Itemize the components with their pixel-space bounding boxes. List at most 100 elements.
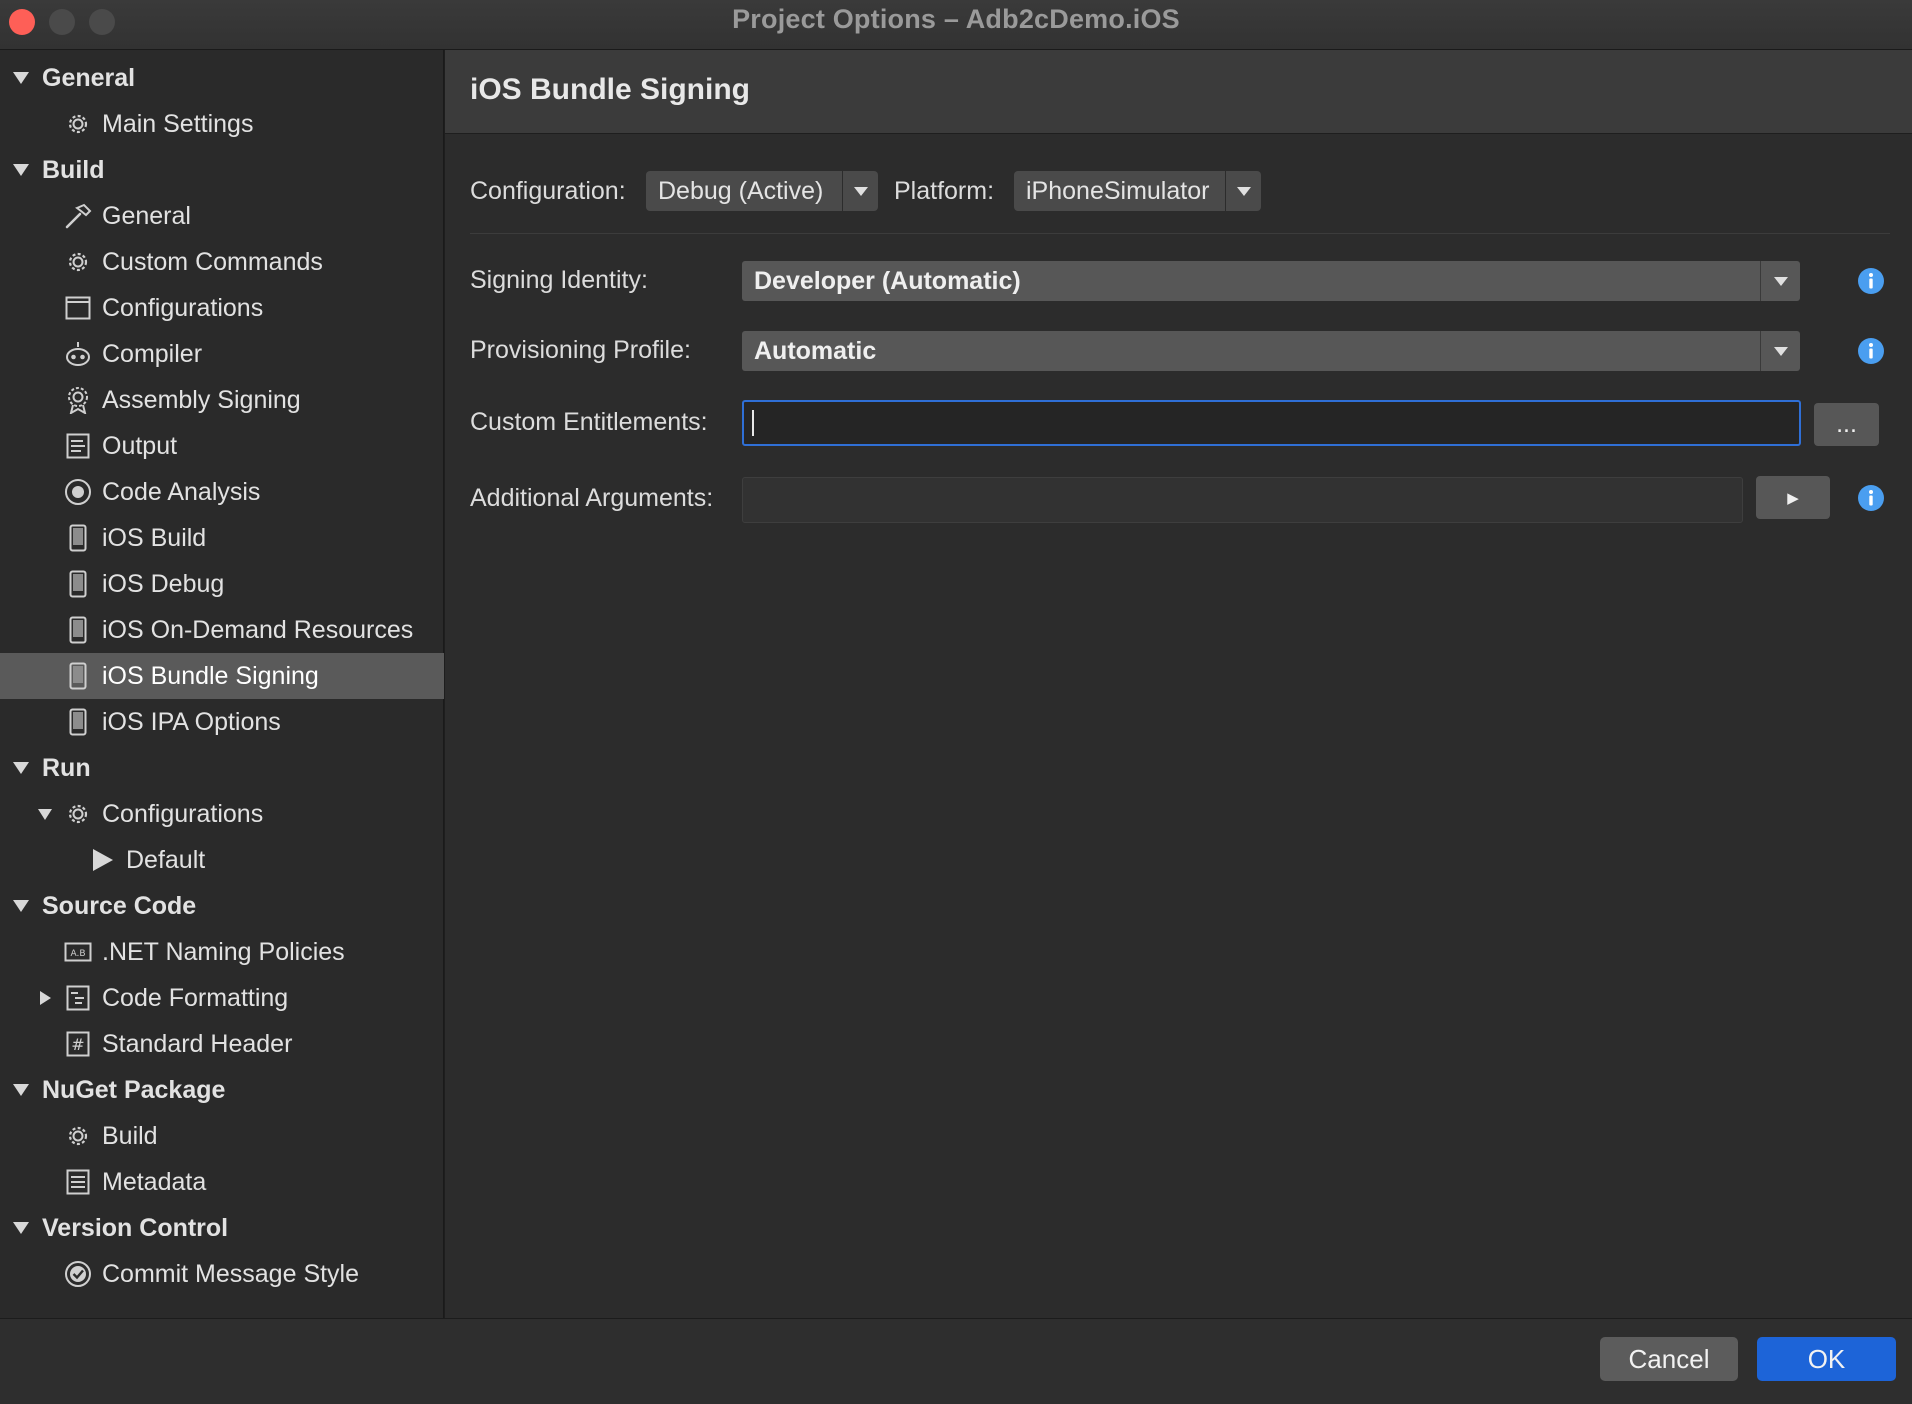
robot-icon	[63, 339, 93, 369]
sidebar-item-label: General	[102, 201, 191, 230]
sidebar-section-nuget-package[interactable]: NuGet Package	[0, 1067, 444, 1113]
sidebar-section-run[interactable]: Run	[0, 745, 444, 791]
disclosure-triangle-icon[interactable]	[10, 67, 32, 89]
sidebar-item-ios-ipa-options[interactable]: iOS IPA Options	[0, 699, 444, 745]
sidebar-section-label: General	[42, 63, 136, 92]
options-panel: iOS Bundle Signing Configuration: Debug …	[445, 50, 1912, 1318]
sidebar-item-label: iOS Debug	[102, 569, 225, 598]
format-icon	[63, 983, 93, 1013]
badge-icon	[63, 385, 93, 415]
sidebar-item-label: Custom Commands	[102, 247, 323, 276]
sidebar-item-label: Configurations	[102, 293, 264, 322]
sidebar-item-code-analysis[interactable]: Code Analysis	[0, 469, 444, 515]
sidebar-section-build[interactable]: Build	[0, 147, 444, 193]
disclosure-triangle-icon[interactable]	[34, 803, 56, 825]
sidebar-item-label: Output	[102, 431, 178, 460]
configuration-dropdown[interactable]: Debug (Active)	[646, 171, 878, 211]
sidebar-item-commit-message-style[interactable]: Commit Message Style	[0, 1251, 444, 1297]
chevron-down-icon	[1760, 261, 1800, 301]
window-icon	[63, 293, 93, 323]
info-icon[interactable]	[1857, 484, 1885, 512]
sidebar-item-metadata[interactable]: Metadata	[0, 1159, 444, 1205]
naming-icon: A.B	[63, 937, 93, 967]
info-icon[interactable]	[1857, 267, 1885, 295]
signing-identity-dropdown[interactable]: Developer (Automatic)	[742, 261, 1800, 301]
window-title: Project Options – Adb2cDemo.iOS	[732, 4, 1180, 34]
provisioning-profile-label: Provisioning Profile:	[470, 336, 691, 364]
disclosure-triangle-icon[interactable]	[34, 987, 56, 1009]
sidebar-item-main-settings[interactable]: Main Settings	[0, 101, 444, 147]
sidebar-item-ios-debug[interactable]: iOS Debug	[0, 561, 444, 607]
sidebar-item-label: Compiler	[102, 339, 203, 368]
browse-entitlements-button[interactable]: ...	[1814, 403, 1879, 446]
sidebar-item-label: Code Analysis	[102, 477, 261, 506]
sidebar-item-assembly-signing[interactable]: Assembly Signing	[0, 377, 444, 423]
platform-label: Platform:	[894, 177, 995, 205]
disclosure-triangle-icon[interactable]	[10, 159, 32, 181]
sidebar-section-label: Version Control	[42, 1213, 229, 1242]
options-sidebar: General Main Settings Build General Custom C…	[0, 50, 444, 1318]
additional-arguments-input[interactable]	[742, 477, 1743, 523]
sidebar-item-label: Main Settings	[102, 109, 254, 138]
page-title: iOS Bundle Signing	[470, 73, 750, 106]
sidebar-item-label: iOS Bundle Signing	[102, 661, 319, 690]
gear-icon	[63, 799, 93, 829]
dialog-footer: Cancel OK	[0, 1318, 1912, 1404]
signing-identity-label: Signing Identity:	[470, 266, 648, 294]
sidebar-item-default[interactable]: Default	[0, 837, 444, 883]
sidebar-item-standard-header[interactable]: # Standard Header	[0, 1021, 444, 1067]
text-caret	[752, 410, 754, 436]
sidebar-item-code-formatting[interactable]: Code Formatting	[0, 975, 444, 1021]
svg-text:#: #	[71, 1035, 84, 1054]
sidebar-section-general[interactable]: General	[0, 55, 444, 101]
sidebar-item-net-naming-policies[interactable]: A.B .NET Naming Policies	[0, 929, 444, 975]
sidebar-item-compiler[interactable]: Compiler	[0, 331, 444, 377]
sidebar-section-version-control[interactable]: Version Control	[0, 1205, 444, 1251]
disclosure-triangle-icon[interactable]	[10, 757, 32, 779]
platform-value: iPhoneSimulator	[1026, 176, 1210, 205]
gear-icon	[63, 247, 93, 277]
sidebar-item-general[interactable]: General	[0, 193, 444, 239]
insert-argument-button[interactable]: ▶	[1756, 476, 1830, 519]
ok-button[interactable]: OK	[1757, 1337, 1896, 1381]
sidebar-item-output[interactable]: Output	[0, 423, 444, 469]
play-icon	[88, 845, 118, 875]
svg-text:A.B: A.B	[70, 949, 85, 959]
sidebar-item-configurations[interactable]: Configurations	[0, 285, 444, 331]
gear-icon	[63, 109, 93, 139]
disclosure-triangle-icon[interactable]	[10, 1217, 32, 1239]
sidebar-item-configurations[interactable]: Configurations	[0, 791, 444, 837]
sidebar-item-label: Commit Message Style	[102, 1259, 360, 1288]
configuration-label: Configuration:	[470, 177, 626, 205]
sidebar-section-label: Source Code	[42, 891, 197, 920]
phone-icon	[63, 707, 93, 737]
sidebar-item-ios-on-demand-resources[interactable]: iOS On-Demand Resources	[0, 607, 444, 653]
provisioning-profile-value: Automatic	[754, 336, 877, 365]
sidebar-item-label: iOS On-Demand Resources	[102, 615, 414, 644]
info-icon[interactable]	[1857, 337, 1885, 365]
additional-arguments-label: Additional Arguments:	[470, 484, 714, 512]
check-circle-icon	[63, 1259, 93, 1289]
panel-header: iOS Bundle Signing	[445, 50, 1912, 134]
provisioning-profile-dropdown[interactable]: Automatic	[742, 331, 1800, 371]
sidebar-section-label: NuGet Package	[42, 1075, 226, 1104]
sidebar-item-ios-build[interactable]: iOS Build	[0, 515, 444, 561]
sidebar-item-label: Configurations	[102, 799, 264, 828]
disclosure-triangle-icon[interactable]	[10, 1079, 32, 1101]
phone-icon	[63, 569, 93, 599]
gear-icon	[63, 1121, 93, 1151]
platform-dropdown[interactable]: iPhoneSimulator	[1014, 171, 1261, 211]
cancel-button[interactable]: Cancel	[1600, 1337, 1738, 1381]
target-icon	[63, 477, 93, 507]
sidebar-item-label: Code Formatting	[102, 983, 289, 1012]
sidebar-item-label: Build	[102, 1121, 158, 1150]
sidebar-section-source-code[interactable]: Source Code	[0, 883, 444, 929]
sidebar-item-label: Assembly Signing	[102, 385, 301, 414]
sidebar-item-build[interactable]: Build	[0, 1113, 444, 1159]
sidebar-section-label: Build	[42, 155, 105, 184]
hash-icon: #	[63, 1029, 93, 1059]
custom-entitlements-input[interactable]	[742, 400, 1801, 446]
disclosure-triangle-icon[interactable]	[10, 895, 32, 917]
sidebar-item-ios-bundle-signing[interactable]: iOS Bundle Signing	[0, 653, 444, 699]
sidebar-item-custom-commands[interactable]: Custom Commands	[0, 239, 444, 285]
